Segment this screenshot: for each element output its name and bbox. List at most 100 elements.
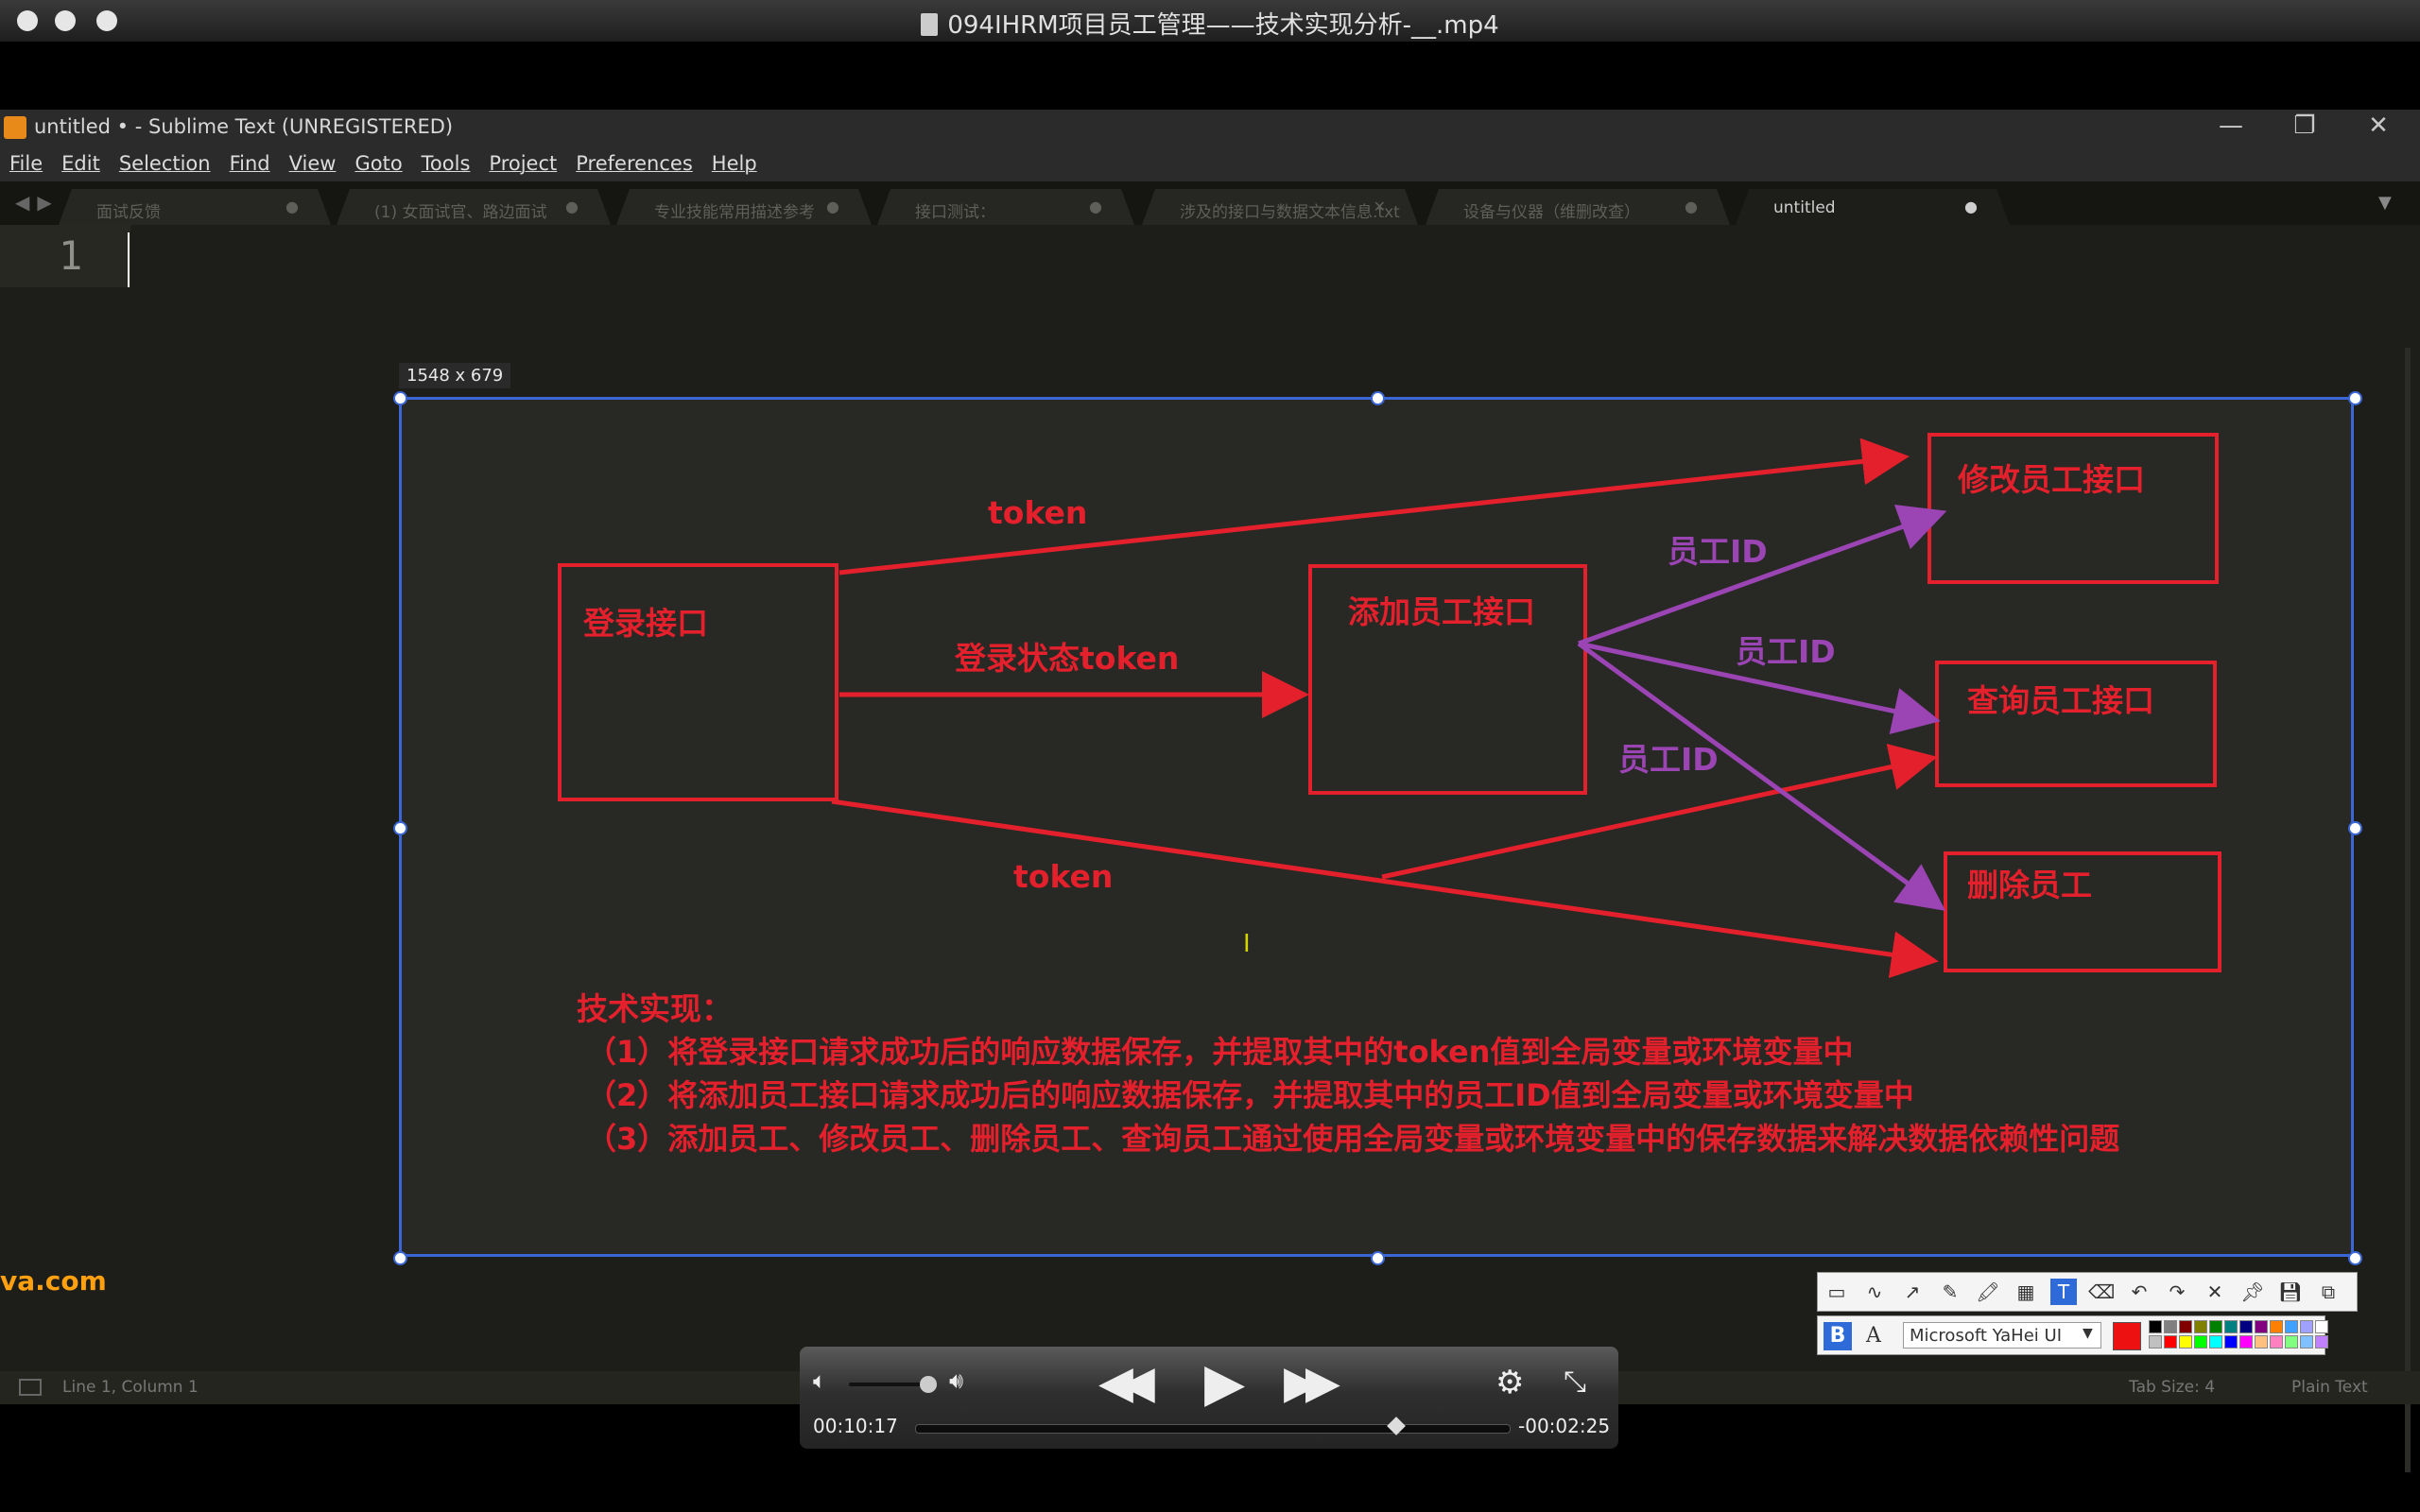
color-swatch[interactable] bbox=[2164, 1320, 2177, 1333]
status-syntax[interactable]: Plain Text bbox=[2291, 1378, 2368, 1397]
color-swatch[interactable] bbox=[2285, 1320, 2298, 1333]
color-swatch[interactable] bbox=[2255, 1320, 2268, 1333]
color-swatch[interactable] bbox=[2270, 1335, 2283, 1349]
tab-dirty-icon[interactable]: ● bbox=[1685, 198, 1698, 215]
close-icon[interactable]: ✕ bbox=[2360, 112, 2397, 140]
restore-icon[interactable]: ❐ bbox=[2286, 112, 2324, 140]
menu-item-help[interactable]: Help bbox=[712, 152, 757, 175]
bold-button[interactable]: B bbox=[1824, 1322, 1852, 1350]
menu-item-edit[interactable]: Edit bbox=[61, 152, 100, 175]
volume-high-icon[interactable]: 🔊︎ bbox=[949, 1367, 963, 1394]
tab-dirty-icon[interactable]: ● bbox=[565, 198, 579, 215]
login-state-label: 登录状态token bbox=[954, 640, 1179, 677]
sublime-logo-icon bbox=[4, 116, 26, 139]
color-swatch[interactable] bbox=[2315, 1335, 2328, 1349]
menu-list: File Edit Selection Find View Goto Tools Projec… bbox=[0, 146, 767, 181]
mosaic-tool-icon[interactable]: ▦ bbox=[2013, 1279, 2039, 1305]
color-swatch[interactable] bbox=[2149, 1320, 2162, 1333]
menu-item-file[interactable]: File bbox=[9, 152, 43, 175]
color-swatch[interactable] bbox=[2300, 1335, 2313, 1349]
menu-item-preferences[interactable]: Preferences bbox=[576, 152, 693, 175]
rect-tool-icon[interactable]: ▭ bbox=[1824, 1279, 1850, 1305]
delete-employee-label: 删除员工 bbox=[1967, 867, 2092, 903]
tab-nav-arrows-icon[interactable]: ◀▶ bbox=[15, 191, 60, 214]
video-title-text: 094IHRM项目员工管理——技术实现分析-__.mp4 bbox=[947, 11, 1499, 40]
redo-icon[interactable]: ↷ bbox=[2164, 1279, 2190, 1305]
color-swatch[interactable] bbox=[2255, 1335, 2268, 1349]
rewind-icon[interactable]: ◀◀ bbox=[1098, 1356, 1155, 1409]
color-swatch[interactable] bbox=[2270, 1320, 2283, 1333]
panel-toggle-icon[interactable] bbox=[19, 1379, 42, 1396]
settings-icon[interactable]: ⚙ bbox=[1495, 1364, 1524, 1401]
color-swatch[interactable] bbox=[2239, 1320, 2253, 1333]
color-swatch[interactable] bbox=[2179, 1320, 2192, 1333]
play-icon[interactable]: ▶ bbox=[1204, 1352, 1245, 1414]
color-swatch[interactable] bbox=[2194, 1320, 2207, 1333]
tab-6[interactable]: 设备与仪器（维删改查） ● bbox=[1426, 189, 1730, 225]
tab-close-icon[interactable]: ✕ bbox=[1374, 198, 1386, 215]
curve-tool-icon[interactable]: ∿ bbox=[1861, 1279, 1888, 1305]
fast-forward-icon[interactable]: ▶▶ bbox=[1284, 1356, 1340, 1409]
color-swatch[interactable] bbox=[2179, 1335, 2192, 1349]
tab-label: 设备与仪器（维删改查） bbox=[1463, 203, 1640, 222]
volume-slider[interactable] bbox=[849, 1383, 928, 1386]
status-position: Line 1, Column 1 bbox=[62, 1378, 199, 1397]
tab-5[interactable]: 涉及的接口与数据文本信息.txt ✕ bbox=[1142, 189, 1418, 225]
menu-item-tools[interactable]: Tools bbox=[422, 152, 471, 175]
exit-fullscreen-icon[interactable]: ⤡ bbox=[1564, 1366, 1586, 1399]
color-swatch[interactable] bbox=[2285, 1335, 2298, 1349]
tab-7[interactable]: untitled ● bbox=[1736, 189, 2010, 225]
font-select[interactable]: Microsoft YaHei UI bbox=[1903, 1322, 2101, 1349]
menu-item-selection[interactable]: Selection bbox=[119, 152, 211, 175]
color-swatch[interactable] bbox=[2149, 1335, 2162, 1349]
color-swatch[interactable] bbox=[2224, 1335, 2238, 1349]
eraser-tool-icon[interactable]: ⌫ bbox=[2088, 1279, 2115, 1305]
pencil-tool-icon[interactable]: ✎ bbox=[1937, 1279, 1963, 1305]
pin-icon[interactable]: 📌︎ bbox=[2239, 1279, 2266, 1305]
chevron-down-icon[interactable]: ▼ bbox=[2083, 1326, 2093, 1341]
status-tab-size[interactable]: Tab Size: 4 bbox=[2129, 1378, 2215, 1397]
close-icon[interactable]: ✕ bbox=[2202, 1279, 2228, 1305]
current-color-swatch[interactable] bbox=[2113, 1322, 2141, 1350]
menu-item-project[interactable]: Project bbox=[489, 152, 557, 175]
color-swatch[interactable] bbox=[2209, 1320, 2222, 1333]
text-caret bbox=[128, 232, 130, 287]
arrow-tool-icon[interactable]: ↗ bbox=[1899, 1279, 1926, 1305]
volume-knob[interactable] bbox=[920, 1376, 938, 1393]
ibeam-cursor-icon: Ⅰ bbox=[1243, 930, 1251, 958]
font-style-button[interactable]: A bbox=[1859, 1322, 1888, 1350]
tab-dirty-icon[interactable]: ● bbox=[826, 198, 839, 215]
tab-dirty-icon[interactable]: ● bbox=[1089, 198, 1102, 215]
empid-label-1: 员工ID bbox=[1668, 533, 1768, 570]
tab-overflow-icon[interactable]: ▼ bbox=[2378, 193, 2392, 213]
tab-label: 专业技能常用描述参考 bbox=[654, 203, 815, 222]
color-swatch[interactable] bbox=[2300, 1320, 2313, 1333]
text-tool-icon[interactable]: T bbox=[2050, 1279, 2077, 1305]
scrollbar[interactable] bbox=[2405, 348, 2411, 1472]
menu-item-goto[interactable]: Goto bbox=[354, 152, 402, 175]
tab-4[interactable]: 接口测试： ● bbox=[877, 189, 1134, 225]
color-swatch[interactable] bbox=[2315, 1320, 2328, 1333]
tab-2[interactable]: (1) 女面试官、路边面试 ● bbox=[337, 189, 611, 225]
copy-icon[interactable]: ⧉ bbox=[2315, 1279, 2342, 1305]
menu-item-find[interactable]: Find bbox=[230, 152, 270, 175]
undo-icon[interactable]: ↶ bbox=[2126, 1279, 2152, 1305]
tab-3[interactable]: 专业技能常用描述参考 ● bbox=[616, 189, 872, 225]
minimize-icon[interactable]: — bbox=[2212, 112, 2250, 140]
volume-low-icon[interactable]: 🔈︎ bbox=[813, 1367, 826, 1394]
query-employee-label: 查询员工接口 bbox=[1967, 682, 2154, 719]
tab-dirty-icon[interactable]: ● bbox=[1964, 198, 1978, 215]
tab-dirty-icon[interactable]: ● bbox=[285, 198, 299, 215]
tab-1[interactable]: 面试反馈 ● bbox=[59, 189, 331, 225]
progress-bar[interactable] bbox=[915, 1424, 1511, 1434]
save-icon[interactable]: 💾︎ bbox=[2277, 1279, 2304, 1305]
color-swatch[interactable] bbox=[2239, 1335, 2253, 1349]
marker-tool-icon[interactable]: 🖍︎ bbox=[1975, 1279, 2001, 1305]
menu-item-view[interactable]: View bbox=[289, 152, 337, 175]
color-swatch[interactable] bbox=[2194, 1335, 2207, 1349]
color-swatch[interactable] bbox=[2209, 1335, 2222, 1349]
color-swatch[interactable] bbox=[2224, 1320, 2238, 1333]
video-window-titlebar: 094IHRM项目员工管理——技术实现分析-__.mp4 bbox=[0, 0, 2420, 42]
color-swatch[interactable] bbox=[2164, 1335, 2177, 1349]
notes-heading: 技术实现： bbox=[577, 990, 733, 1027]
